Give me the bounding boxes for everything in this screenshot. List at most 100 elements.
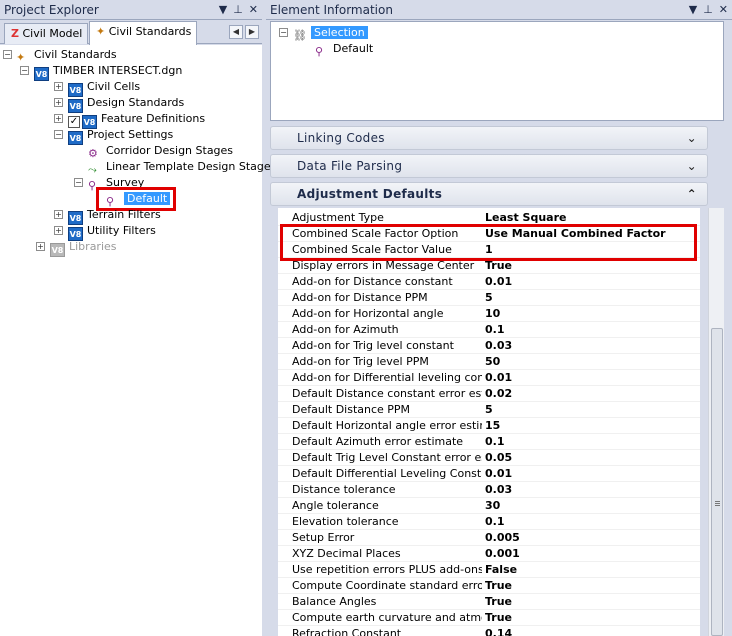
property-value[interactable]: 30 [485, 498, 500, 514]
v8-file-icon: V8 [68, 131, 83, 145]
dropdown-icon[interactable]: ▼ [689, 0, 697, 20]
property-value[interactable]: 0.01 [485, 274, 512, 290]
property-row[interactable]: Add-on for Distance constant 0.01 [278, 274, 700, 290]
property-row[interactable]: Refraction Constant 0.14 [278, 626, 700, 636]
property-grid-scrollbar[interactable] [708, 208, 724, 636]
property-value[interactable]: 0.03 [485, 482, 512, 498]
property-row[interactable]: Default Distance constant error estima0.… [278, 386, 700, 402]
property-row[interactable]: Add-on for Horizontal angle 10 [278, 306, 700, 322]
property-row[interactable]: Setup Error 0.005 [278, 530, 700, 546]
pin-icon[interactable]: ⊥ [233, 0, 243, 20]
property-value[interactable]: 5 [485, 402, 493, 418]
expand-icon[interactable]: + [54, 226, 63, 235]
property-row[interactable]: Add-on for Azimuth 0.1 [278, 322, 700, 338]
expand-icon[interactable]: + [36, 242, 45, 251]
property-value[interactable]: True [485, 610, 512, 626]
property-value[interactable]: 0.01 [485, 466, 512, 482]
property-row[interactable]: Default Azimuth error estimate 0.1 [278, 434, 700, 450]
property-value[interactable]: False [485, 562, 517, 578]
chevron-up-icon[interactable]: ⌃ [687, 183, 697, 205]
property-row[interactable]: Use repetition errors PLUS add-ons fc Fal… [278, 562, 700, 578]
property-row[interactable]: Default Differential Leveling Constant 0.… [278, 466, 700, 482]
tab-civil-model[interactable]: Z Civil Model [4, 23, 88, 44]
tree-node-corridor-design-stages[interactable]: ⚙ Corridor Design Stages [88, 143, 233, 160]
dropdown-icon[interactable]: ▼ [219, 0, 227, 20]
tree-node-linear-template-design-stages[interactable]: ⤳ Linear Template Design Stages [88, 159, 276, 176]
property-row[interactable]: XYZ Decimal Places 0.001 [278, 546, 700, 562]
tree-node-design-standards[interactable]: V8 Design Standards [68, 95, 184, 113]
collapse-icon[interactable]: − [279, 28, 288, 37]
property-value[interactable]: 0.1 [485, 322, 505, 338]
property-row[interactable]: Add-on for Distance PPM 5 [278, 290, 700, 306]
collapse-icon[interactable]: − [54, 130, 63, 139]
tree-node-civil-cells[interactable]: V8 Civil Cells [68, 79, 140, 97]
close-icon[interactable]: ✕ [249, 0, 258, 20]
property-row[interactable]: Compute Coordinate standard error arTrue [278, 578, 700, 594]
close-icon[interactable]: ✕ [719, 0, 728, 20]
property-row[interactable]: Elevation tolerance 0.1 [278, 514, 700, 530]
property-value[interactable]: True [485, 578, 512, 594]
tab-scroll-right-button[interactable]: ▶ [245, 25, 259, 39]
expand-icon[interactable]: + [54, 210, 63, 219]
property-value[interactable]: 0.14 [485, 626, 512, 636]
property-value[interactable]: 0.03 [485, 338, 512, 354]
tree-node-terrain-filters[interactable]: V8 Terrain Filters [68, 207, 161, 225]
project-explorer-tabs: Z Civil Model ✦ Civil Standards ◀ ▶ [0, 20, 262, 45]
property-value[interactable]: True [485, 594, 512, 610]
tree-node-civil-standards[interactable]: ✦ Civil Standards [16, 47, 117, 64]
tree-node-selection-default[interactable]: ⚲ Default [315, 41, 374, 58]
tree-node-project-settings[interactable]: V8 Project Settings [68, 127, 173, 145]
property-value[interactable]: 15 [485, 418, 500, 434]
chevron-down-icon[interactable]: ⌄ [687, 155, 697, 177]
property-value[interactable]: 10 [485, 306, 500, 322]
section-data-file-parsing[interactable]: Data File Parsing ⌄ [270, 154, 708, 178]
chevron-down-icon[interactable]: ⌄ [687, 127, 697, 149]
property-row[interactable]: Distance tolerance 0.03 [278, 482, 700, 498]
property-row[interactable]: Add-on for Trig level constant 0.03 [278, 338, 700, 354]
property-value[interactable]: 0.05 [485, 450, 512, 466]
tab-label: Civil Standards [108, 25, 192, 38]
property-value[interactable]: 0.005 [485, 530, 520, 546]
property-value[interactable]: 50 [485, 354, 500, 370]
collapse-icon[interactable]: − [74, 178, 83, 187]
civil-standards-tree: − ✦ Civil Standards − V8 TIMBER INTERSECT.… [0, 45, 276, 636]
property-value[interactable]: 0.01 [485, 370, 512, 386]
tree-node-utility-filters[interactable]: V8 Utility Filters [68, 223, 156, 241]
tree-node-libraries[interactable]: V8 Libraries [50, 239, 117, 257]
property-value[interactable]: 5 [485, 290, 493, 306]
property-row[interactable]: Balance Angles True [278, 594, 700, 610]
property-name: Add-on for Trig level constant [292, 339, 454, 352]
property-row[interactable]: Compute earth curvature and atmosphTrue [278, 610, 700, 626]
element-information-titlebar: Element Information ▼ ⊥ ✕ [266, 0, 732, 20]
tab-scroll-left-button[interactable]: ◀ [229, 25, 243, 39]
property-row[interactable]: Add-on for Differential leveling consta 0… [278, 370, 700, 386]
property-row[interactable]: Default Distance PPM 5 [278, 402, 700, 418]
property-value[interactable]: 0.001 [485, 546, 520, 562]
tree-label: Default [333, 42, 374, 55]
pin-icon[interactable]: ⊥ [703, 0, 713, 20]
v8-file-icon: V8 [34, 67, 49, 81]
property-row[interactable]: Default Horizontal angle error estimate1… [278, 418, 700, 434]
tree-label: Utility Filters [87, 224, 156, 237]
property-row[interactable]: Add-on for Trig level PPM 50 [278, 354, 700, 370]
section-adjustment-defaults[interactable]: Adjustment Defaults ⌃ [270, 182, 708, 206]
scrollbar-grip [715, 501, 720, 502]
tab-civil-standards[interactable]: ✦ Civil Standards [89, 21, 197, 45]
property-row[interactable]: Default Trig Level Constant error estin 0… [278, 450, 700, 466]
property-value[interactable]: 0.1 [485, 514, 505, 530]
expand-icon[interactable]: + [54, 114, 63, 123]
section-linking-codes[interactable]: Linking Codes ⌄ [270, 126, 708, 150]
tree-node-dgn-file[interactable]: V8 TIMBER INTERSECT.dgn [34, 63, 182, 81]
expand-icon[interactable]: + [54, 98, 63, 107]
scrollbar-thumb[interactable] [711, 328, 723, 636]
collapse-icon[interactable]: − [20, 66, 29, 75]
tree-label: Selection [311, 26, 368, 39]
property-value[interactable]: 0.02 [485, 386, 512, 402]
tree-node-selection[interactable]: ⛓ Selection [293, 25, 368, 42]
property-row[interactable]: Angle tolerance 30 [278, 498, 700, 514]
collapse-icon[interactable]: − [3, 50, 12, 59]
property-value[interactable]: 0.1 [485, 434, 505, 450]
property-name: Use repetition errors PLUS add-ons fc [292, 563, 482, 576]
expand-icon[interactable]: + [54, 82, 63, 91]
tree-node-feature-definitions[interactable]: ✓ V8 Feature Definitions [68, 111, 205, 129]
